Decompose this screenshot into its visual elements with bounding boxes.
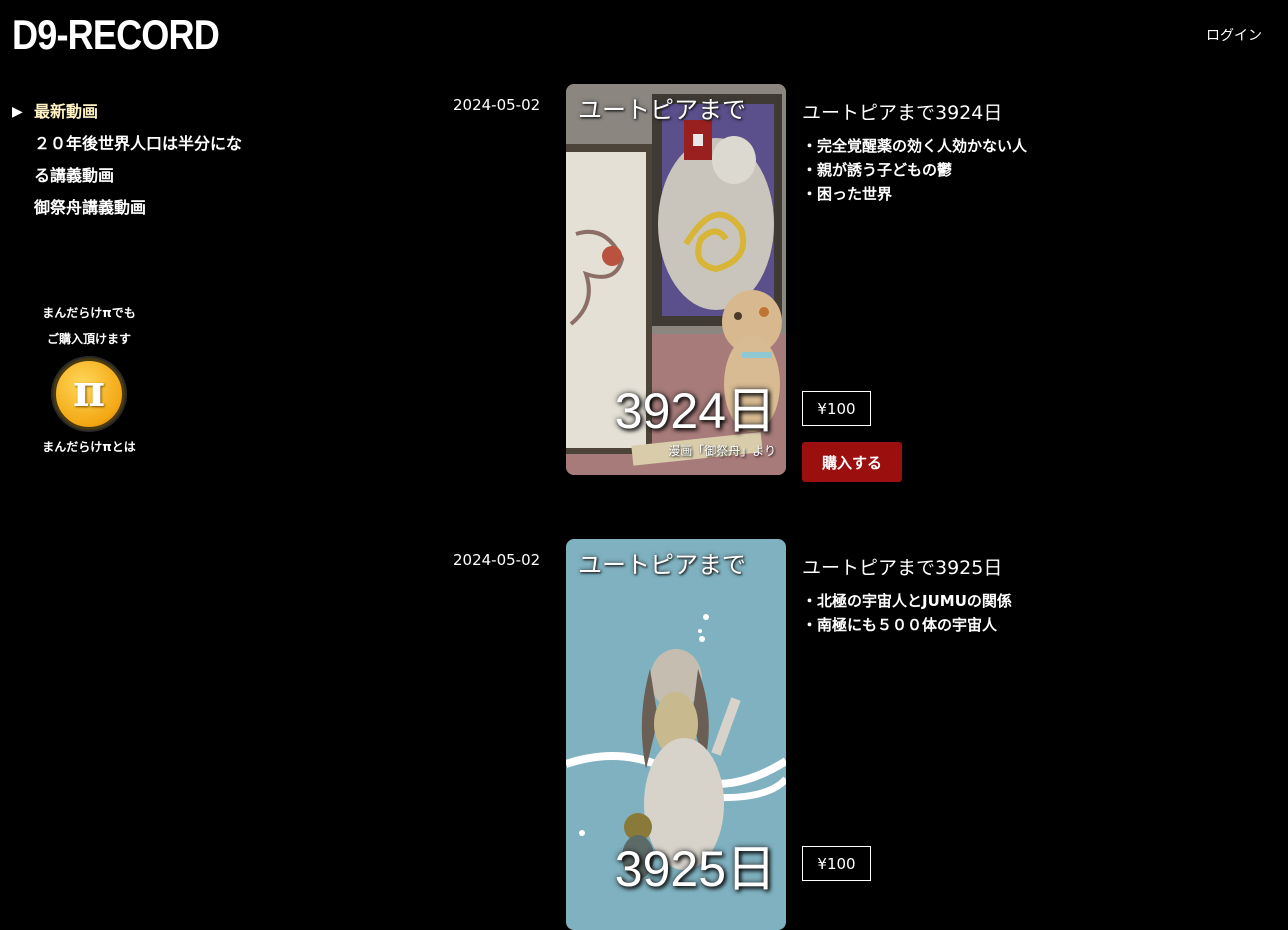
video-thumbnail[interactable]: ユートピアまで 3924日 漫画「御祭舟」より bbox=[566, 84, 786, 475]
thumbnail-credit: 漫画「御祭舟」より bbox=[668, 444, 776, 458]
post-title[interactable]: ユートピアまで3924日 bbox=[802, 98, 1002, 125]
post-date: 2024-05-02 bbox=[453, 96, 541, 114]
thumbnail-day-count: 3924日 bbox=[614, 383, 776, 439]
post-date: 2024-05-02 bbox=[453, 551, 541, 569]
list-item: ・親が誘う子どもの鬱 bbox=[802, 161, 953, 179]
list-item: ・北極の宇宙人とJUMUの関係 bbox=[802, 592, 1012, 610]
thumbnail-caption: ユートピアまで bbox=[578, 96, 746, 124]
video-post: 2024-05-02 ユートピアまで 3924日 漫画「御祭舟」より ユートピア… bbox=[0, 84, 1288, 496]
buy-button[interactable]: 購入する bbox=[802, 442, 902, 482]
site-logo[interactable]: D9-RECORD bbox=[12, 12, 220, 58]
video-post: 2024-05-02 ユートピアまで 3925日 ユートピアまで3925日 ・北… bbox=[0, 539, 1288, 930]
thumbnail-caption: ユートピアまで bbox=[578, 551, 746, 579]
list-item: ・完全覚醒薬の効く人効かない人 bbox=[802, 137, 1028, 155]
post-summary-list: ・北極の宇宙人とJUMUの関係 ・南極にも５００体の宇宙人 bbox=[802, 589, 1012, 637]
site-header: D9-RECORD ログイン bbox=[0, 0, 1288, 70]
post-title[interactable]: ユートピアまで3925日 bbox=[802, 553, 1002, 580]
login-link[interactable]: ログイン bbox=[1206, 25, 1262, 45]
list-item: ・困った世界 bbox=[802, 185, 893, 203]
video-thumbnail[interactable]: ユートピアまで 3925日 bbox=[566, 539, 786, 930]
list-item: ・南極にも５００体の宇宙人 bbox=[802, 616, 998, 634]
thumbnail-day-count: 3925日 bbox=[614, 841, 776, 897]
post-summary-list: ・完全覚醒薬の効く人効かない人 ・親が誘う子どもの鬱 ・困った世界 bbox=[802, 134, 1027, 206]
price-tag: ¥100 bbox=[802, 391, 871, 426]
